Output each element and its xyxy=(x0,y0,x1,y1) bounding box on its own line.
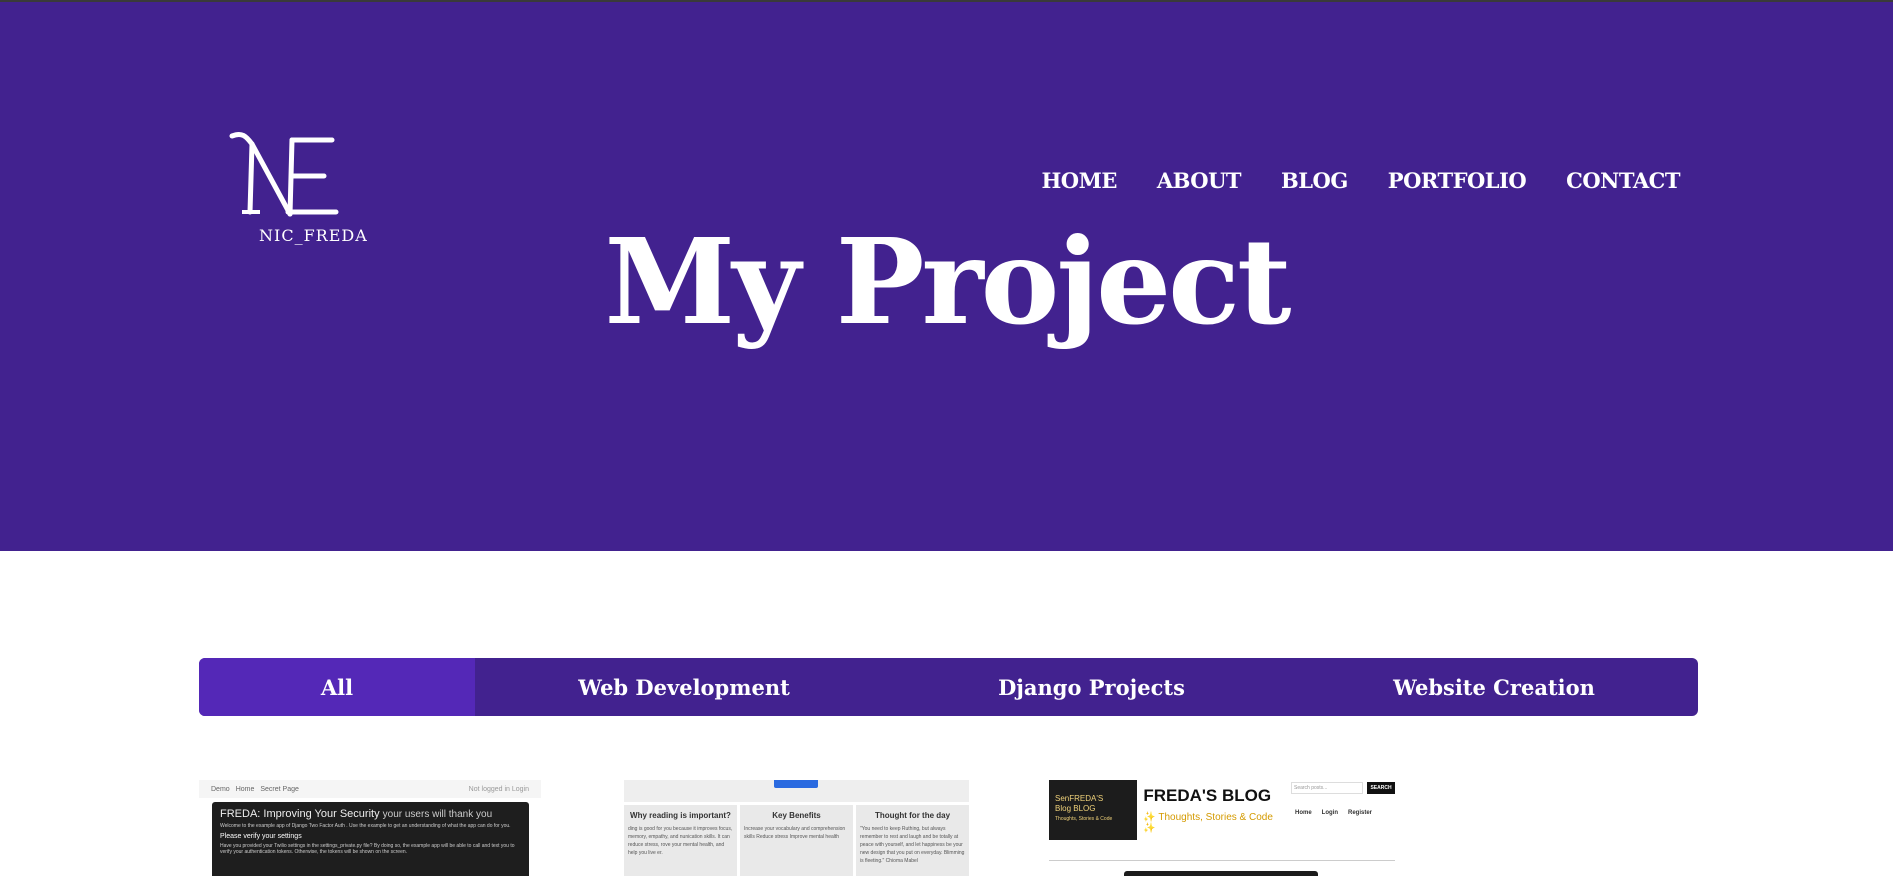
nav-contact[interactable]: CONTACT xyxy=(1566,168,1680,193)
thumb-button xyxy=(774,780,818,788)
nav-home[interactable]: HOME xyxy=(1041,168,1117,193)
thumb-intro: Welcome to the example app of Django Two… xyxy=(220,823,511,829)
thumb-blog-title: FREDA'S BLOG xyxy=(1143,786,1272,805)
thumb-column-text: Increase your vocabulary and comprehensi… xyxy=(744,826,846,840)
thumb-blog-toolbar: Search posts... SEARCH Home Login Regist… xyxy=(1291,780,1395,840)
project-card-freda-security[interactable]: Demo Home Secret Page Not logged in Logi… xyxy=(199,780,541,876)
thumb-blog-links: Home Login Register xyxy=(1291,810,1395,816)
thumb-blog-badge: SenFREDA'S Blog BLOG Thoughts, Stories &… xyxy=(1049,780,1138,840)
thumb-nav-home: Home xyxy=(235,785,255,793)
thumb-blog-header: SenFREDA'S Blog BLOG Thoughts, Stories &… xyxy=(1049,780,1395,840)
filter-all[interactable]: All xyxy=(199,658,475,716)
nav-about[interactable]: ABOUT xyxy=(1157,168,1242,193)
thumb-column-title: Thought for the day xyxy=(874,811,951,820)
thumb-link: Register xyxy=(1348,810,1373,816)
thumb-link: Login xyxy=(1321,810,1338,816)
thumb-search-button: SEARCH xyxy=(1367,782,1395,794)
thumb-column-title: Key Benefits xyxy=(772,811,821,820)
thumb-login-status: Not logged in Login xyxy=(468,785,529,793)
thumb-column-text: "You need to keep Ruthing, but always re… xyxy=(860,826,965,864)
hero-section: NIC_FREDA HOME ABOUT BLOG PORTFOLIO CONT… xyxy=(0,2,1893,551)
thumb-link: Home xyxy=(1295,810,1312,816)
thumb-blog-title-area: FREDA'S BLOG ✨ Thoughts, Stories & Code … xyxy=(1137,780,1291,840)
thumb-blog-tagline: ✨ Thoughts, Stories & Code ✨ xyxy=(1143,812,1273,834)
thumb-heading-main: FREDA: Improving Your Security xyxy=(220,808,380,820)
thumb-column-text: ding is good for you because it improves… xyxy=(628,826,733,856)
thumb-column: Key Benefits Increase your vocabulary an… xyxy=(740,805,853,876)
thumb-search-row: Search posts... SEARCH xyxy=(1291,782,1395,794)
project-card-freda-blog[interactable]: SenFREDA'S Blog BLOG Thoughts, Stories &… xyxy=(1049,780,1395,876)
thumb-badge-line: Thoughts, Stories & Code xyxy=(1055,816,1113,823)
thumb-column: Why reading is important? ding is good f… xyxy=(624,805,737,876)
nf-monogram-icon xyxy=(229,131,339,217)
thumb-brand: Demo xyxy=(211,785,230,793)
project-filter-bar: All Web Development Django Projects Webs… xyxy=(199,658,1698,716)
filter-website-creation[interactable]: Website Creation xyxy=(1290,658,1698,716)
filter-django-projects[interactable]: Django Projects xyxy=(893,658,1290,716)
thumb-jumbotron: FREDA: Improving Your Security your user… xyxy=(212,802,529,876)
thumb-subheading: Please verify your settings xyxy=(220,833,302,840)
thumb-search-input: Search posts... xyxy=(1291,782,1363,794)
thumb-heading: FREDA: Improving Your Security your user… xyxy=(220,808,521,820)
project-card-reading[interactable]: Why reading is important? ding is good f… xyxy=(624,780,969,876)
thumb-topbar xyxy=(624,780,969,802)
thumb-divider xyxy=(1049,860,1395,861)
nav-blog[interactable]: BLOG xyxy=(1281,168,1348,193)
thumb-body: Have you provided your Twilio settings i… xyxy=(220,843,515,855)
thumb-column: Thought for the day "You need to keep Ru… xyxy=(856,805,969,876)
thumb-navbar: Demo Home Secret Page Not logged in Logi… xyxy=(199,780,541,798)
thumb-columns: Why reading is important? ding is good f… xyxy=(624,805,969,876)
thumb-column-title: Why reading is important? xyxy=(630,811,731,820)
thumb-dark-block xyxy=(1124,871,1318,876)
thumb-nav-secret: Secret Page xyxy=(260,785,299,793)
thumb-heading-suffix: your users will thank you xyxy=(382,809,493,820)
filter-web-development[interactable]: Web Development xyxy=(475,658,893,716)
thumb-badge-line: SenFREDA'S xyxy=(1055,794,1104,803)
nav-portfolio[interactable]: PORTFOLIO xyxy=(1388,168,1527,193)
page-title: My Project xyxy=(604,212,1292,351)
main-nav: HOME ABOUT BLOG PORTFOLIO CONTACT xyxy=(1041,168,1680,193)
thumb-badge-line: Blog BLOG xyxy=(1055,803,1096,813)
